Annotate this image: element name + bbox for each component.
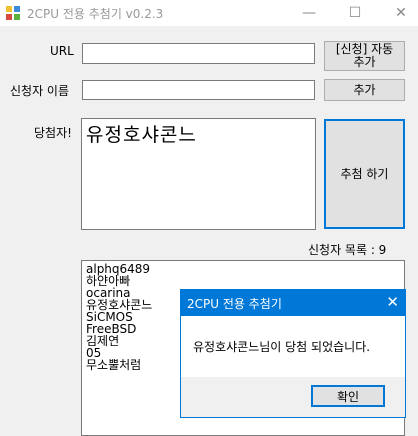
draw-button[interactable]: 추첨 하기 — [324, 119, 405, 229]
list-item[interactable]: alphq6489 — [86, 263, 400, 275]
list-item[interactable]: 하얀아빠 — [86, 275, 400, 287]
dialog-message: 유정호샤콘느님이 당첨 되었습니다. — [193, 340, 371, 354]
app-icon — [5, 5, 21, 21]
url-input[interactable] — [82, 43, 315, 64]
add-button[interactable]: 추가 — [324, 79, 405, 101]
dialog-close-button[interactable]: ✕ — [386, 293, 399, 311]
applicant-name-label: 신청자 이름 — [10, 84, 70, 98]
minimize-button[interactable]: — — [286, 0, 332, 26]
winner-display[interactable]: 유정호샤콘느 — [81, 118, 316, 230]
applicant-count-label: 신청자 목록 : 9 — [308, 243, 387, 257]
title-bar: 2CPU 전용 추첨기 v0.2.3 — ☐ ✕ — [0, 0, 418, 26]
dialog-title: 2CPU 전용 추첨기 — [187, 297, 282, 311]
dialog-footer: 확인 — [181, 377, 405, 417]
winner-dialog: 2CPU 전용 추첨기 ✕ 유정호샤콘느님이 당첨 되었습니다. 확인 — [180, 289, 406, 418]
auto-add-button-label-line2: 추가 — [353, 55, 376, 69]
auto-add-button[interactable]: [신청] 자동 추가 — [324, 41, 405, 71]
window-title: 2CPU 전용 추첨기 v0.2.3 — [27, 7, 164, 21]
dialog-ok-button[interactable]: 확인 — [311, 385, 385, 407]
winner-label: 당첨자! — [34, 126, 72, 140]
url-label: URL — [50, 44, 74, 58]
close-button[interactable]: ✕ — [378, 0, 418, 26]
maximize-button[interactable]: ☐ — [332, 0, 378, 26]
dialog-title-bar: 2CPU 전용 추첨기 ✕ — [181, 290, 405, 316]
applicant-name-input[interactable] — [82, 80, 315, 100]
